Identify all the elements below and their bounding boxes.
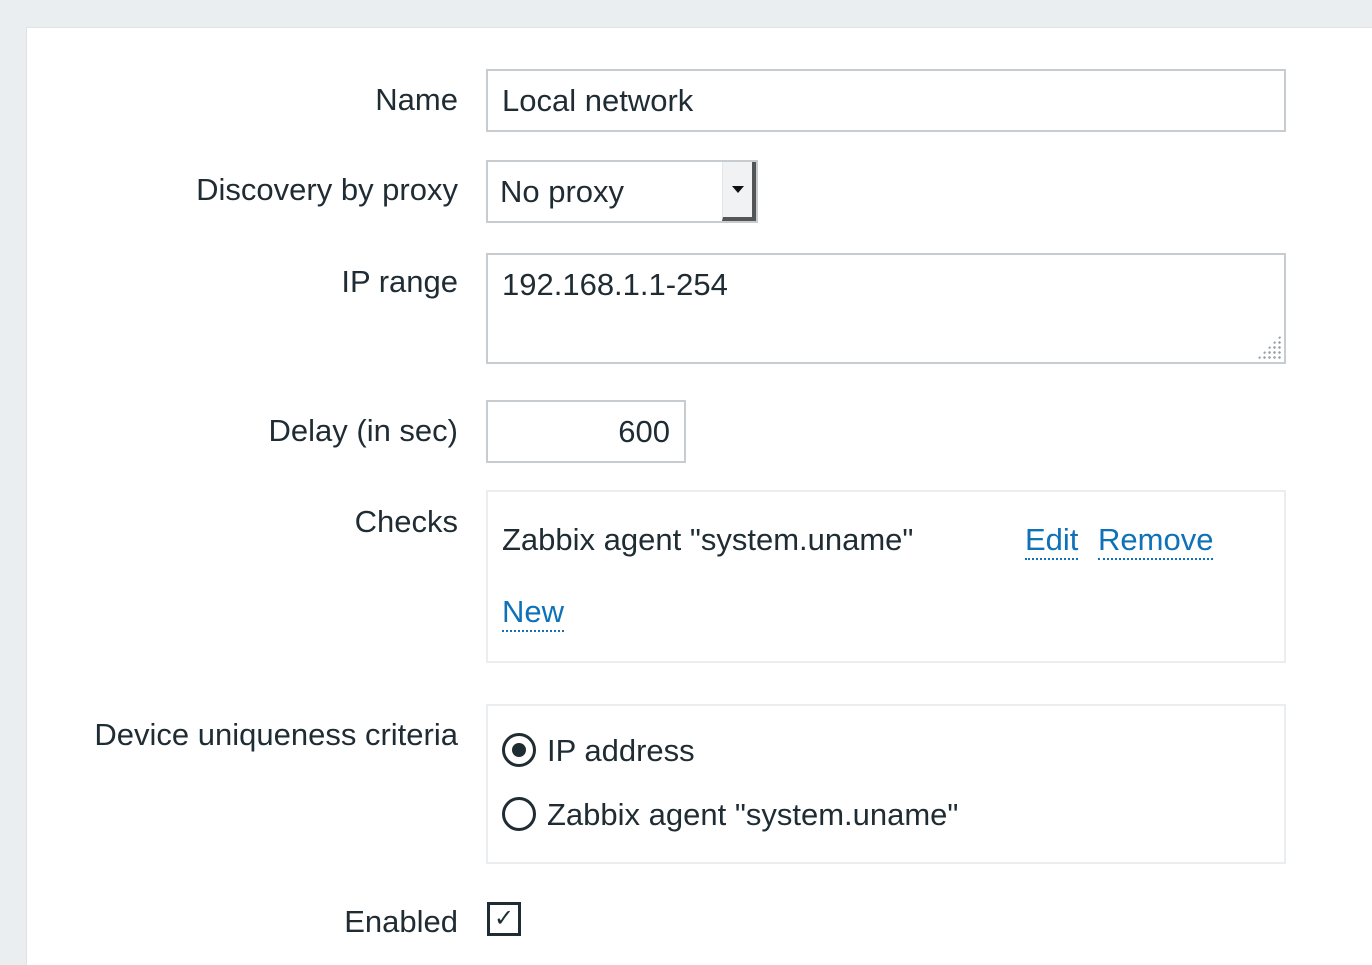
delay-label: Delay (in sec) bbox=[268, 413, 459, 448]
radio-ip-address-label[interactable]: IP address bbox=[547, 733, 695, 769]
uniqueness-box bbox=[486, 704, 1286, 864]
ip-range-label: IP range bbox=[341, 264, 458, 299]
proxy-label: Discovery by proxy bbox=[196, 172, 458, 207]
chevron-down-icon[interactable] bbox=[722, 162, 756, 221]
enabled-label: Enabled bbox=[344, 904, 458, 939]
name-input[interactable]: Local network bbox=[486, 69, 1286, 132]
proxy-select[interactable]: No proxy bbox=[486, 160, 758, 223]
ip-range-textarea[interactable]: 192.168.1.1-254 bbox=[486, 253, 1286, 364]
delay-input-value: 600 bbox=[618, 413, 670, 449]
resize-handle-icon[interactable] bbox=[1257, 335, 1281, 359]
radio-agent-uname[interactable] bbox=[502, 797, 536, 831]
name-input-value: Local network bbox=[502, 82, 694, 118]
checkmark-icon: ✓ bbox=[493, 905, 515, 932]
radio-ip-address[interactable] bbox=[502, 733, 536, 767]
name-label: Name bbox=[375, 82, 458, 117]
proxy-select-value: No proxy bbox=[500, 173, 625, 209]
checks-box bbox=[486, 490, 1286, 663]
ip-range-value: 192.168.1.1-254 bbox=[502, 267, 728, 302]
checks-label: Checks bbox=[354, 504, 458, 539]
check-new-link[interactable]: New bbox=[502, 594, 565, 632]
check-edit-link[interactable]: Edit bbox=[1025, 522, 1079, 560]
enabled-checkbox[interactable]: ✓ bbox=[487, 902, 521, 936]
check-remove-link[interactable]: Remove bbox=[1098, 522, 1214, 560]
radio-agent-uname-label[interactable]: Zabbix agent "system.uname" bbox=[547, 797, 958, 833]
check-item-text: Zabbix agent "system.uname" bbox=[502, 522, 914, 557]
delay-input[interactable]: 600 bbox=[486, 400, 686, 463]
uniqueness-label: Device uniqueness criteria bbox=[94, 717, 458, 752]
